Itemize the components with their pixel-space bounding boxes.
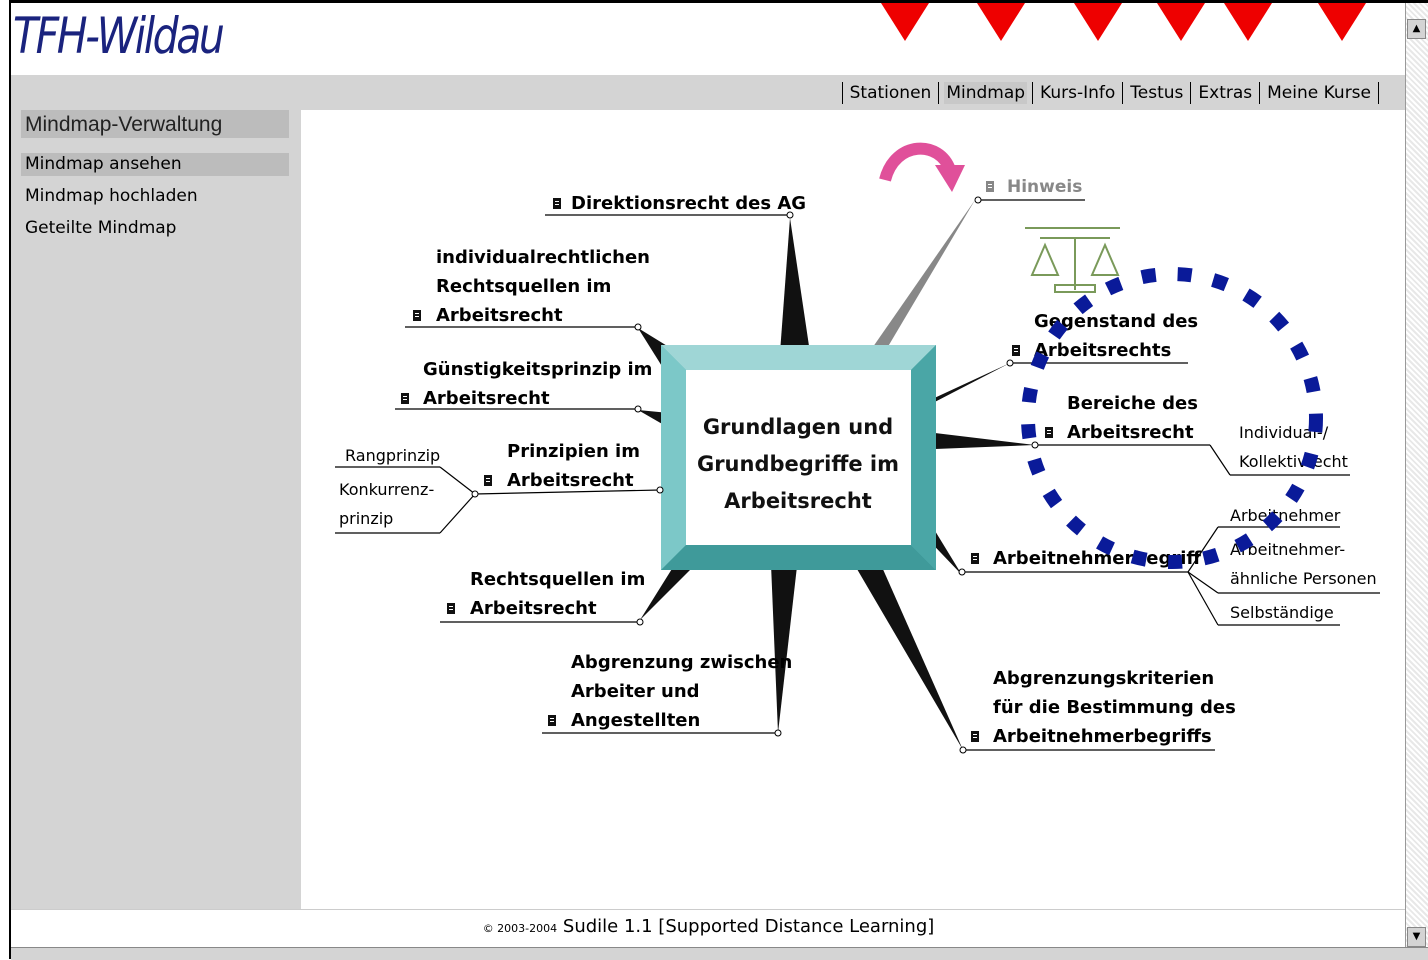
subnode-arbeitnehmer[interactable]: Arbeitnehmer: [1230, 506, 1341, 525]
mindmap: Grundlagen und Grundbegriffe im Arbeitsr…: [335, 142, 1380, 754]
node-guenstigkeit-line-2[interactable]: Arbeitsrecht: [423, 388, 550, 409]
node-abgrenzung-line-3[interactable]: Angestellten: [571, 710, 700, 731]
subnode-konkurrenz-line-1[interactable]: Konkurrenz-: [339, 480, 434, 499]
subnode-aehnlich-line-2[interactable]: ähnliche Personen: [1230, 569, 1377, 588]
document-icon: [548, 715, 556, 726]
document-icon: [447, 603, 455, 614]
node-kriterien-line-2[interactable]: für die Bestimmung des: [993, 697, 1236, 718]
center-line-3: Arbeitsrecht: [724, 489, 872, 513]
scroll-down-icon[interactable]: ▼: [1407, 927, 1426, 947]
hint-arrow-icon: [879, 142, 956, 182]
node-gegenstand-line-2[interactable]: Arbeitsrechts: [1034, 340, 1171, 361]
node-abgrenzung-line-2[interactable]: Arbeiter und: [571, 681, 700, 702]
scroll-up-icon[interactable]: ▲: [1407, 19, 1426, 39]
center-line-1: Grundlagen und: [703, 415, 893, 439]
vertical-scrollbar[interactable]: ▲ ▼: [1405, 3, 1428, 947]
node-bereiche-line-1[interactable]: Bereiche des: [1067, 393, 1198, 414]
node-kriterien-line-1[interactable]: Abgrenzungskriterien: [993, 668, 1214, 689]
node-individual-line-3[interactable]: Arbeitsrecht: [436, 305, 563, 326]
document-icon: [553, 198, 561, 209]
node-direktionsrecht[interactable]: Direktionsrecht des AG: [571, 193, 806, 214]
document-icon: [986, 181, 994, 192]
subnode-konkurrenz-line-2[interactable]: prinzip: [339, 509, 393, 528]
node-rechtsquellen-line-1[interactable]: Rechtsquellen im: [470, 569, 645, 590]
document-icon: [484, 475, 492, 486]
footer-product: Sudile 1.1 [Supported Distance Learning]: [562, 916, 935, 937]
node-prinzipien-line-2[interactable]: Arbeitsrecht: [507, 470, 634, 491]
node-individual-line-2[interactable]: Rechtsquellen im: [436, 276, 611, 297]
document-icon: [971, 731, 979, 742]
document-icon: [971, 553, 979, 564]
subnode-selbstaendige[interactable]: Selbständige: [1230, 603, 1334, 622]
horizontal-scrollbar[interactable]: [11, 947, 1428, 960]
document-icon: [401, 393, 409, 404]
mindmap-center-node[interactable]: Grundlagen und Grundbegriffe im Arbeitsr…: [661, 345, 936, 570]
subnode-rangprinzip[interactable]: Rangprinzip: [345, 446, 440, 465]
footer: © 2003-2004 Sudile 1.1 [Supported Distan…: [11, 909, 1406, 948]
hint-arrow-head-icon: [935, 165, 965, 192]
document-icon: [413, 310, 421, 321]
node-guenstigkeit-line-1[interactable]: Günstigkeitsprinzip im: [423, 359, 652, 380]
node-abgrenzung-line-1[interactable]: Abgrenzung zwischen: [571, 652, 792, 673]
node-bereiche-line-2[interactable]: Arbeitsrecht: [1067, 422, 1194, 443]
document-icon: [1012, 345, 1020, 356]
document-icon: [1045, 427, 1053, 438]
subnode-individual-line-2[interactable]: Kollektivrecht: [1239, 452, 1348, 471]
node-prinzipien-line-1[interactable]: Prinzipien im: [507, 441, 640, 462]
footer-copyright: © 2003-2004: [482, 922, 558, 935]
node-hinweis[interactable]: Hinweis: [1007, 177, 1082, 197]
node-kriterien-line-3[interactable]: Arbeitnehmerbegriffs: [993, 726, 1212, 747]
center-line-2: Grundbegriffe im: [697, 452, 899, 476]
node-individual-line-1[interactable]: individualrechtlichen: [436, 247, 650, 268]
node-rechtsquellen-line-2[interactable]: Arbeitsrecht: [470, 598, 597, 619]
